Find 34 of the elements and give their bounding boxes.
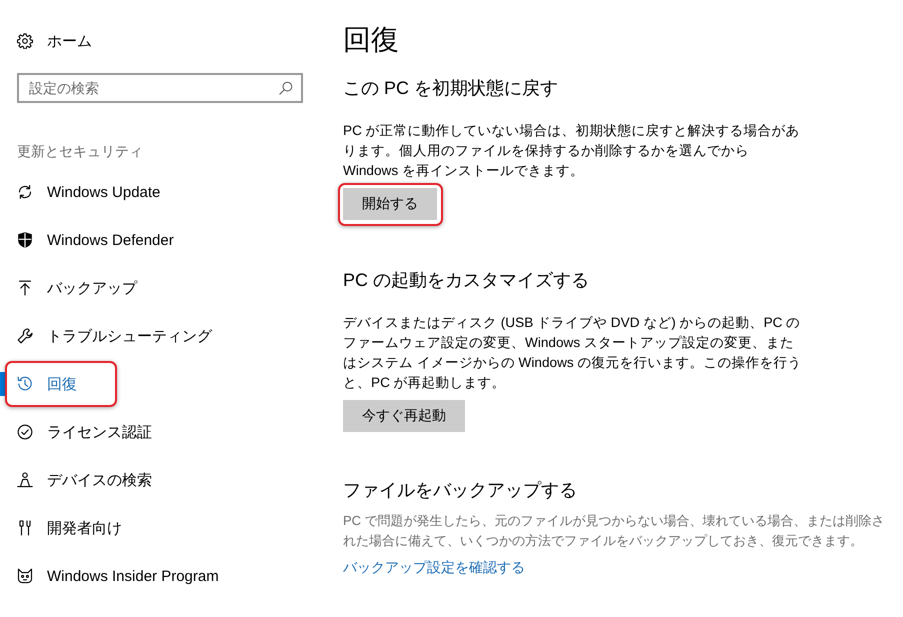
sidebar-item[interactable]: Windows Defender <box>0 216 214 264</box>
cat-icon <box>17 568 33 584</box>
section-description: PC が正常に動作していない場合は、初期状態に戻すと解決する場合があります。個人用のファイルを保持するか削除するかを選んでから Windows を再インストールできます。 <box>343 122 801 180</box>
sidebar-item[interactable]: Windows Update <box>0 168 200 216</box>
history-icon <box>17 376 33 392</box>
action-button[interactable]: 開始する <box>343 188 437 220</box>
sidebar-item[interactable]: 開発者向け <box>0 504 162 552</box>
search-field[interactable]: 設定の検索 <box>17 73 303 103</box>
gear-icon <box>17 33 33 49</box>
sidebar-item[interactable]: Windows Insider Program <box>0 552 259 600</box>
sidebar-item[interactable]: トラブルシューティング <box>0 312 252 360</box>
section-heading: PC の起動をカスタマイズする <box>343 269 590 292</box>
section-heading: ファイルをバックアップする <box>343 479 577 502</box>
sidebar-item[interactable]: 回復 <box>0 360 117 408</box>
check-circle-icon <box>17 424 33 440</box>
wrench-icon <box>17 328 33 344</box>
search-icon <box>279 81 293 95</box>
settings-link[interactable]: バックアップ設定を確認する <box>343 557 525 577</box>
page-title: 回復 <box>343 23 399 57</box>
sidebar-item[interactable]: バックアップ <box>0 264 177 312</box>
person-icon <box>17 472 33 488</box>
section-description: デバイスまたはディスク (USB ドライブや DVD など) からの起動、PC のファームウェア設定の変更、Windows スタートアップ設定の変更、またはシステム イメージからの Windows の復元を行います。この操作を行うと、PC が再起動します。 <box>343 314 802 392</box>
sidebar-item[interactable]: ライセンス認証 <box>0 408 192 456</box>
sync-icon <box>17 184 33 200</box>
action-button[interactable]: 今すぐ再起動 <box>343 400 465 432</box>
group-title: 更新とセキュリティ <box>17 142 143 161</box>
section-heading: この PC を初期状態に戻す <box>343 77 558 100</box>
shield-icon <box>17 232 33 248</box>
up-arrow-icon <box>17 280 33 296</box>
sidebar-item[interactable]: デバイスの検索 <box>0 456 192 504</box>
home-link[interactable]: ホーム <box>0 17 102 65</box>
section-description: PC で問題が発生したら、元のファイルが見つからない場合、壊れている場合、または削除された場合に備えて、いくつかの方法でファイルをバックアップしておき、復元できます。 <box>343 512 886 550</box>
tools-icon <box>17 520 33 536</box>
selection-bar <box>0 372 5 396</box>
